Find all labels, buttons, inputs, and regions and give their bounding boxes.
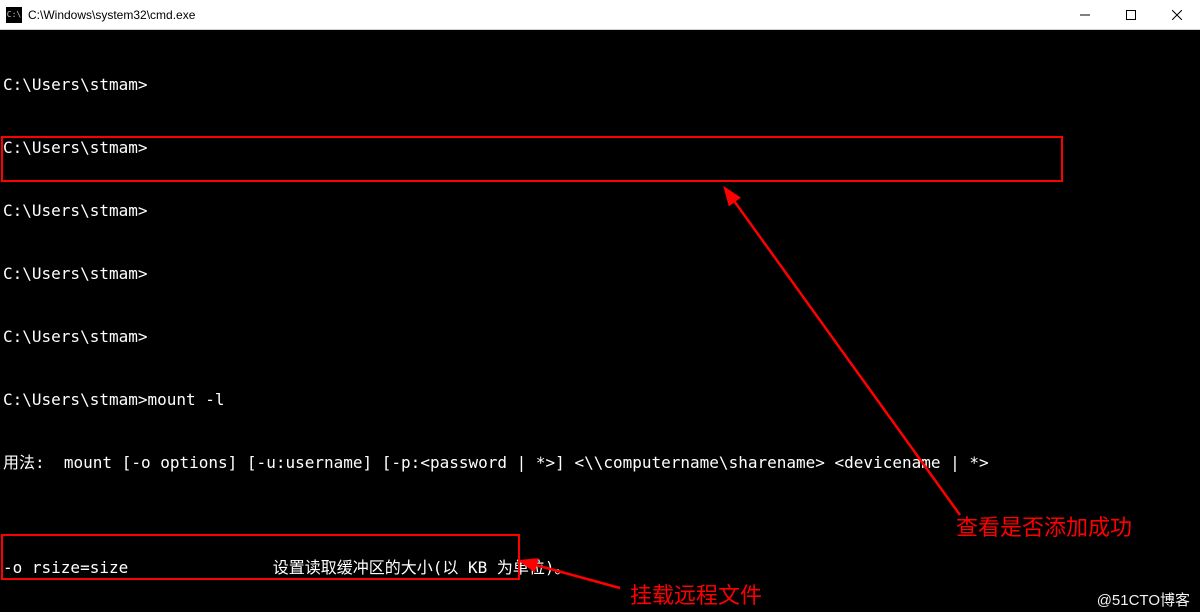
titlebar[interactable]: C:\ C:\Windows\system32\cmd.exe — [0, 0, 1200, 30]
term-line: C:\Users\stmam> — [3, 137, 1197, 158]
term-line: C:\Users\stmam> — [3, 74, 1197, 95]
window-title: C:\Windows\system32\cmd.exe — [28, 8, 1062, 22]
terminal-output[interactable]: C:\Users\stmam> C:\Users\stmam> C:\Users… — [0, 30, 1200, 612]
app-icon: C:\ — [6, 7, 22, 23]
term-line: C:\Users\stmam> — [3, 263, 1197, 284]
cmd-window: C:\ C:\Windows\system32\cmd.exe C:\Users… — [0, 0, 1200, 612]
close-button[interactable] — [1154, 0, 1200, 29]
window-controls — [1062, 0, 1200, 29]
term-line: C:\Users\stmam> — [3, 326, 1197, 347]
maximize-button[interactable] — [1108, 0, 1154, 29]
term-line: C:\Users\stmam> — [3, 200, 1197, 221]
watermark: @51CTO博客 — [1097, 589, 1190, 610]
minimize-button[interactable] — [1062, 0, 1108, 29]
term-line: 用法: mount [-o options] [-u:username] [-p… — [3, 452, 1197, 473]
app-icon-glyph: C:\ — [7, 10, 21, 19]
term-line: C:\Users\stmam>mount -l — [3, 389, 1197, 410]
term-line: -o rsize=size 设置读取缓冲区的大小(以 KB 为单位)。 — [3, 557, 1197, 578]
